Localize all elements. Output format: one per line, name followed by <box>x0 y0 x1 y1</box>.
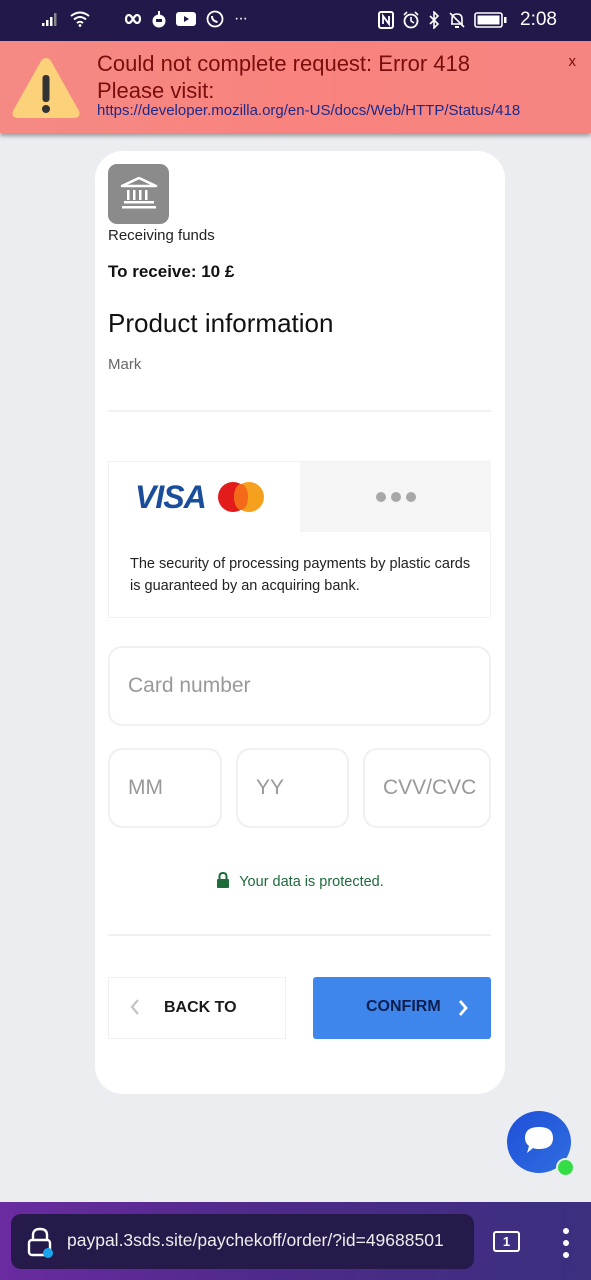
nfc-icon <box>378 11 395 29</box>
game-icon <box>152 10 166 28</box>
tabs-button[interactable]: 1 <box>493 1231 520 1252</box>
warning-icon <box>10 55 82 121</box>
alarm-icon <box>402 11 420 29</box>
error-link[interactable]: https://developer.mozilla.org/en-US/docs… <box>97 102 520 119</box>
more-dot <box>390 492 401 502</box>
clock: 2:08 <box>520 9 557 30</box>
expiry-month-input[interactable]: MM <box>108 748 222 828</box>
online-status-dot <box>556 1158 575 1177</box>
signal-icon <box>42 12 60 26</box>
merchant-label: Receiving funds <box>108 227 215 244</box>
visa-logo: VISA <box>129 479 207 516</box>
divider <box>108 934 491 936</box>
amount-text: To receive: 10 £ <box>108 262 235 281</box>
expiry-year-input[interactable]: YY <box>236 748 349 828</box>
payment-method-selector: VISA The security of processing payments… <box>108 461 491 618</box>
status-bar: ··· 2:08 <box>0 0 591 41</box>
status-bar-right: 2:08 <box>378 9 557 31</box>
more-dot <box>405 492 416 502</box>
payment-description: The security of processing payments by p… <box>130 556 471 594</box>
bank-icon <box>108 164 169 224</box>
confirm-button[interactable]: CONFIRM <box>313 977 491 1039</box>
error-title: Could not complete request: Error 418 <box>97 51 470 76</box>
youtube-icon <box>176 11 196 27</box>
protected-text: Your data is protected. <box>239 874 384 890</box>
address-bar[interactable]: paypal.3sds.site/paychekoff/order/?id=49… <box>11 1214 474 1269</box>
url-text: paypal.3sds.site/paychekoff/order/?id=49… <box>67 1230 444 1250</box>
error-banner: Could not complete request: Error 418 Pl… <box>0 41 591 133</box>
battery-icon <box>474 12 508 28</box>
payment-card: Receiving funds To receive: 10 £ Product… <box>95 151 505 1094</box>
more-notifications-icon: ··· <box>234 10 248 27</box>
divider <box>108 410 491 412</box>
infinity-icon <box>124 14 142 24</box>
chat-icon <box>522 1125 556 1160</box>
bluetooth-icon <box>428 11 440 29</box>
chevron-right-icon <box>457 997 469 1024</box>
product-name: Mark <box>108 356 142 373</box>
tab-cards[interactable]: VISA <box>109 462 300 532</box>
lock-icon[interactable] <box>26 1226 54 1263</box>
tab-other-methods[interactable] <box>300 462 491 532</box>
confirm-button-label: CONFIRM <box>366 998 441 1015</box>
browser-toolbar: paypal.3sds.site/paychekoff/order/?id=49… <box>0 1202 591 1280</box>
error-subtitle: Please visit: <box>97 78 215 103</box>
product-heading: Product information <box>108 308 334 338</box>
chevron-left-icon <box>129 996 141 1023</box>
close-icon[interactable]: x <box>569 53 577 70</box>
wifi-icon <box>70 11 90 27</box>
lock-icon <box>216 871 230 892</box>
mastercard-logo <box>217 482 264 512</box>
data-protected-notice: Your data is protected. <box>95 871 505 892</box>
silent-icon <box>448 11 466 29</box>
browser-menu-button[interactable] <box>560 1228 572 1258</box>
whatsapp-icon <box>206 10 224 28</box>
cvv-input[interactable]: CVV/CVC <box>363 748 491 828</box>
back-button-label: BACK TO <box>164 999 237 1016</box>
status-bar-left: ··· <box>42 10 248 28</box>
more-dot <box>375 492 386 502</box>
back-button[interactable]: BACK TO <box>108 977 286 1039</box>
card-number-input[interactable]: Card number <box>108 646 491 726</box>
